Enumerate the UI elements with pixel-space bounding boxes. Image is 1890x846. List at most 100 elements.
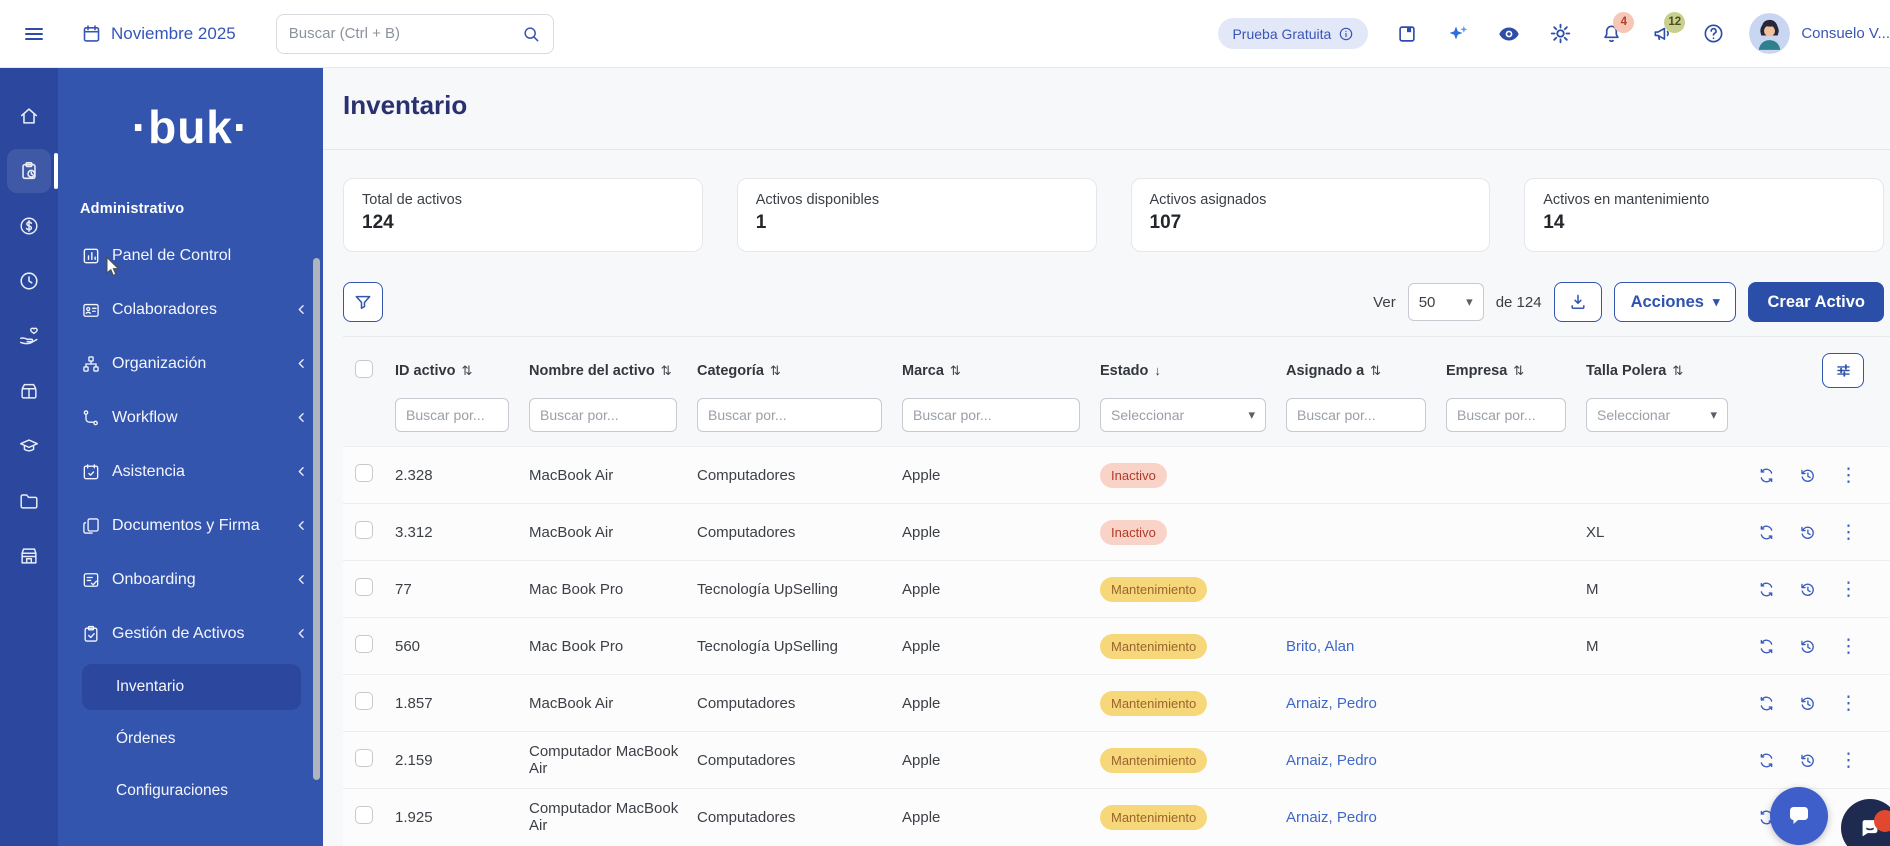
filter-button[interactable] bbox=[343, 282, 383, 322]
rail-item-home[interactable] bbox=[7, 94, 51, 138]
sort-icon[interactable]: ⇅ bbox=[661, 363, 672, 378]
table-row: 3.312 MacBook Air Computadores Apple Ina… bbox=[343, 504, 1890, 561]
filter-input-empresa[interactable] bbox=[1446, 398, 1566, 432]
settings-button[interactable] bbox=[1548, 22, 1572, 46]
sidebar-item-organizacion[interactable]: Organización bbox=[58, 337, 323, 391]
row-checkbox[interactable] bbox=[355, 521, 373, 539]
rail-item-payroll[interactable] bbox=[7, 204, 51, 248]
column-header-id-activo[interactable]: ID activo⇅ bbox=[389, 337, 523, 390]
filter-select-talla[interactable]: Seleccionar▾ bbox=[1586, 398, 1728, 432]
global-search[interactable] bbox=[276, 14, 554, 54]
filter-input-categoria[interactable] bbox=[697, 398, 882, 432]
row-menu-button[interactable]: ⋮ bbox=[1839, 751, 1858, 770]
row-checkbox[interactable] bbox=[355, 749, 373, 767]
sort-icon[interactable]: ⇅ bbox=[770, 363, 781, 378]
row-menu-button[interactable]: ⋮ bbox=[1839, 580, 1858, 599]
search-input[interactable] bbox=[289, 25, 521, 42]
sidebar-item-colaboradores[interactable]: Colaboradores bbox=[58, 283, 323, 337]
announcements-button[interactable]: 12 bbox=[1650, 22, 1674, 46]
row-history-button[interactable] bbox=[1798, 580, 1817, 599]
filter-input-asignado[interactable] bbox=[1286, 398, 1426, 432]
sidebar-subitem-configuraciones[interactable]: Configuraciones bbox=[58, 765, 323, 817]
stat-label: Activos en mantenimiento bbox=[1543, 192, 1865, 208]
row-sync-button[interactable] bbox=[1757, 694, 1776, 713]
sidebar-item-documentos-y-firma[interactable]: Documentos y Firma bbox=[58, 499, 323, 553]
ai-assistant-button[interactable] bbox=[1446, 22, 1470, 46]
sort-icon[interactable]: ⇅ bbox=[1513, 363, 1524, 378]
avatar[interactable] bbox=[1749, 13, 1790, 54]
header-checkbox[interactable] bbox=[355, 360, 373, 378]
page-size-select[interactable]: 50 ▾ bbox=[1408, 283, 1484, 321]
sort-icon[interactable]: ⇅ bbox=[950, 363, 961, 378]
row-menu-button[interactable]: ⋮ bbox=[1839, 637, 1858, 656]
save-button[interactable] bbox=[1395, 22, 1419, 46]
trial-badge[interactable]: Prueba Gratuita bbox=[1218, 18, 1368, 49]
column-header-categoria[interactable]: Categoría⇅ bbox=[691, 337, 896, 390]
row-history-button[interactable] bbox=[1798, 694, 1817, 713]
sidebar-item-panel-de-control[interactable]: Panel de Control bbox=[58, 229, 323, 283]
row-menu-button[interactable]: ⋮ bbox=[1839, 466, 1858, 485]
filter-input-id[interactable] bbox=[395, 398, 509, 432]
sidebar-item-onboarding[interactable]: Onboarding bbox=[58, 553, 323, 607]
row-sync-button[interactable] bbox=[1757, 751, 1776, 770]
assigned-link[interactable]: Brito, Alan bbox=[1286, 638, 1354, 655]
row-checkbox[interactable] bbox=[355, 464, 373, 482]
column-header-talla-polera[interactable]: Talla Polera⇅ bbox=[1580, 337, 1742, 390]
rail-item-training[interactable] bbox=[7, 424, 51, 468]
column-header-estado[interactable]: Estado↓ bbox=[1094, 337, 1280, 390]
row-history-button[interactable] bbox=[1798, 466, 1817, 485]
row-sync-button[interactable] bbox=[1757, 580, 1776, 599]
hamburger-menu-button[interactable] bbox=[14, 14, 54, 54]
user-name[interactable]: Consuelo V... bbox=[1801, 25, 1890, 42]
filter-select-estado[interactable]: Seleccionar▾ bbox=[1100, 398, 1266, 432]
download-button[interactable] bbox=[1554, 282, 1602, 322]
row-checkbox[interactable] bbox=[355, 806, 373, 824]
filter-input-nombre[interactable] bbox=[529, 398, 677, 432]
rail-item-benefits[interactable] bbox=[7, 369, 51, 413]
sidebar-item-gestion-de-activos[interactable]: Gestión de Activos bbox=[58, 607, 323, 661]
sort-desc-icon[interactable]: ↓ bbox=[1154, 363, 1161, 378]
sort-icon[interactable]: ⇅ bbox=[1370, 363, 1381, 378]
acciones-button[interactable]: Acciones ▾ bbox=[1614, 282, 1737, 322]
rail-item-files[interactable] bbox=[7, 479, 51, 523]
rail-item-time[interactable] bbox=[7, 259, 51, 303]
column-header-marca[interactable]: Marca⇅ bbox=[896, 337, 1094, 390]
row-sync-button[interactable] bbox=[1757, 523, 1776, 542]
rail-item-marketplace[interactable] bbox=[7, 534, 51, 578]
view-mode-button[interactable] bbox=[1497, 22, 1521, 46]
column-header-nombre[interactable]: Nombre del activo⇅ bbox=[523, 337, 691, 390]
column-header-asignado[interactable]: Asignado a⇅ bbox=[1280, 337, 1440, 390]
help-button[interactable] bbox=[1701, 22, 1725, 46]
row-checkbox[interactable] bbox=[355, 578, 373, 596]
sort-icon[interactable]: ⇅ bbox=[461, 363, 472, 378]
row-menu-button[interactable]: ⋮ bbox=[1839, 694, 1858, 713]
sidebar-item-asistencia[interactable]: Asistencia bbox=[58, 445, 323, 499]
row-history-button[interactable] bbox=[1798, 751, 1817, 770]
rail-item-asset-management[interactable] bbox=[7, 149, 51, 193]
row-checkbox[interactable] bbox=[355, 692, 373, 710]
sidebar-subitem-ordenes[interactable]: Órdenes bbox=[58, 713, 323, 765]
column-header-empresa[interactable]: Empresa⇅ bbox=[1440, 337, 1580, 390]
rail-item-wellness[interactable] bbox=[7, 314, 51, 358]
period-selector[interactable]: Noviembre 2025 bbox=[81, 23, 236, 44]
assigned-link[interactable]: Arnaiz, Pedro bbox=[1286, 695, 1377, 712]
cell-shirt bbox=[1580, 789, 1742, 846]
row-sync-button[interactable] bbox=[1757, 466, 1776, 485]
assigned-link[interactable]: Arnaiz, Pedro bbox=[1286, 752, 1377, 769]
row-sync-button[interactable] bbox=[1757, 637, 1776, 656]
sidebar-subitem-inventario[interactable]: Inventario bbox=[82, 664, 301, 710]
crear-activo-button[interactable]: Crear Activo bbox=[1748, 282, 1884, 322]
filter-input-marca[interactable] bbox=[902, 398, 1080, 432]
column-settings-button[interactable] bbox=[1822, 353, 1864, 388]
sidebar-scrollbar[interactable] bbox=[313, 258, 320, 780]
sort-icon[interactable]: ⇅ bbox=[1672, 363, 1683, 378]
row-checkbox[interactable] bbox=[355, 635, 373, 653]
chat-launcher-button[interactable] bbox=[1770, 787, 1828, 845]
row-history-button[interactable] bbox=[1798, 637, 1817, 656]
row-history-button[interactable] bbox=[1798, 523, 1817, 542]
assigned-link[interactable]: Arnaiz, Pedro bbox=[1286, 809, 1377, 826]
search-icon[interactable] bbox=[521, 24, 541, 44]
notifications-button[interactable]: 4 bbox=[1599, 22, 1623, 46]
sidebar-item-workflow[interactable]: Workflow bbox=[58, 391, 323, 445]
row-menu-button[interactable]: ⋮ bbox=[1839, 523, 1858, 542]
